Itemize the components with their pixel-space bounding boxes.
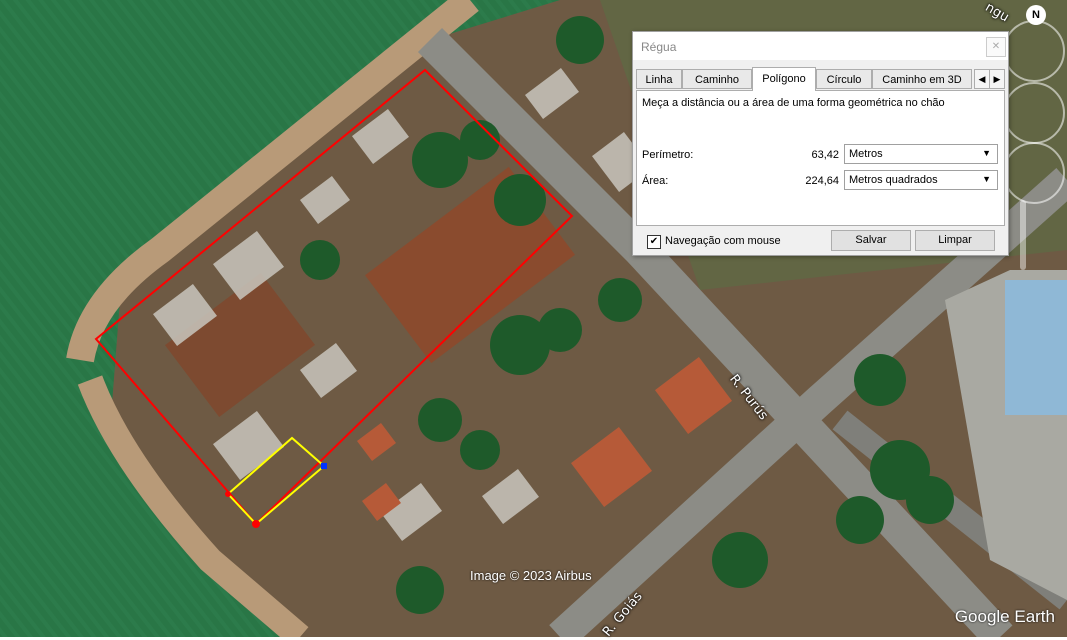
chevron-down-icon: ▼ — [982, 148, 991, 158]
move-control[interactable] — [1003, 82, 1065, 144]
street-view-control[interactable] — [1003, 142, 1065, 204]
mouse-navigation-label: Navegação com mouse — [665, 235, 781, 247]
tab-scroll-left-icon[interactable]: ◀ — [974, 69, 990, 89]
imagery-credit: Image © 2023 Airbus — [470, 568, 592, 583]
save-button[interactable]: Salvar — [831, 230, 911, 251]
checkbox-check-icon[interactable]: ✔ — [647, 235, 661, 249]
chevron-down-icon: ▼ — [982, 174, 991, 184]
tab-poligono[interactable]: Polígono — [752, 67, 816, 91]
panel-description: Meça a distância ou a área de uma forma … — [642, 97, 945, 109]
clear-button[interactable]: Limpar — [915, 230, 995, 251]
polygon-panel: Meça a distância ou a área de uma forma … — [636, 90, 1005, 226]
close-icon[interactable]: ✕ — [986, 37, 1006, 57]
dialog-title: Régua — [641, 40, 677, 54]
perimeter-value: 63,42 — [811, 149, 839, 161]
tab-caminho[interactable]: Caminho — [682, 69, 752, 89]
tab-circulo[interactable]: Círculo — [816, 69, 872, 89]
tab-caminho-3d[interactable]: Caminho em 3D — [872, 69, 972, 89]
tab-bar: Linha Caminho Polígono Círculo Caminho e… — [636, 67, 1005, 91]
perimeter-unit-value: Metros — [849, 148, 883, 160]
area-value: 224,64 — [805, 175, 839, 187]
polygon-vertex[interactable] — [225, 491, 231, 497]
tab-linha[interactable]: Linha — [636, 69, 682, 89]
perimeter-label: Perímetro: — [642, 149, 694, 161]
polygon-active-vertex[interactable] — [321, 463, 327, 469]
google-earth-logo: Google Earth — [954, 607, 1055, 626]
dialog-titlebar[interactable]: Régua ✕ — [633, 32, 1008, 60]
blue-roof — [1005, 280, 1067, 415]
area-label: Área: — [642, 175, 669, 187]
perimeter-unit-select[interactable]: Metros ▼ — [844, 144, 998, 164]
area-unit-value: Metros quadrados — [849, 174, 938, 186]
zoom-slider[interactable] — [1020, 200, 1026, 270]
area-unit-select[interactable]: Metros quadrados ▼ — [844, 170, 998, 190]
polygon-vertex[interactable] — [252, 520, 260, 528]
compass-north-icon[interactable]: N — [1026, 5, 1046, 25]
tab-scroll-right-icon[interactable]: ▶ — [989, 69, 1005, 89]
ruler-dialog: Régua ✕ Linha Caminho Polígono Círculo C… — [632, 31, 1009, 256]
look-control[interactable] — [1003, 20, 1065, 82]
